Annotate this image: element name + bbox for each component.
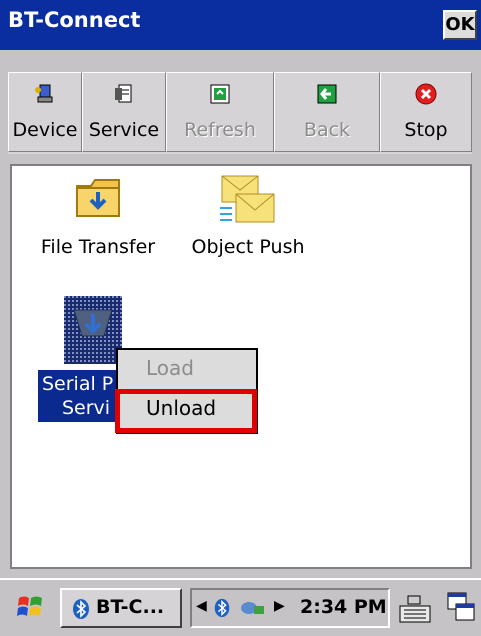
back-label: Back bbox=[303, 119, 351, 141]
switch-windows-icon[interactable] bbox=[446, 590, 476, 624]
toolbar: Device Service Refresh Back Stop bbox=[8, 72, 472, 154]
ok-button[interactable]: OK bbox=[443, 10, 477, 40]
tray-bluetooth-icon[interactable] bbox=[212, 598, 232, 618]
object-push-label: Object Push bbox=[191, 236, 305, 258]
service-button[interactable]: Service bbox=[82, 72, 166, 152]
stop-label: Stop bbox=[404, 119, 448, 141]
stop-button[interactable]: Stop bbox=[380, 72, 472, 152]
tray-network-icon[interactable] bbox=[240, 598, 266, 618]
envelope-push-icon bbox=[220, 175, 275, 223]
taskbar-bt-connect-button[interactable]: BT-C... bbox=[60, 588, 182, 628]
service-item-file-transfer[interactable]: File Transfer bbox=[28, 172, 168, 258]
service-icon bbox=[115, 84, 132, 103]
menu-item-load[interactable]: Load bbox=[118, 356, 256, 380]
back-arrow-icon bbox=[317, 84, 337, 104]
taskbar-clock[interactable]: 2:34 PM bbox=[300, 596, 387, 618]
service-item-object-push[interactable]: Object Push bbox=[178, 172, 318, 258]
tray-scroll-right-icon[interactable]: ▶ bbox=[274, 598, 285, 614]
file-transfer-label: File Transfer bbox=[40, 236, 156, 258]
device-button[interactable]: Device bbox=[8, 72, 82, 152]
refresh-label: Refresh bbox=[184, 119, 256, 141]
taskbar-task-label: BT-C... bbox=[96, 596, 165, 618]
refresh-icon bbox=[210, 84, 230, 104]
service-label: Service bbox=[88, 119, 160, 141]
keyboard-icon[interactable] bbox=[398, 590, 432, 624]
stop-icon bbox=[415, 83, 437, 105]
serial-port-icon bbox=[64, 296, 122, 364]
system-tray: ◀ ▶ 2:34 PM bbox=[190, 588, 390, 628]
window-title: BT-Connect bbox=[8, 8, 141, 32]
refresh-button[interactable]: Refresh bbox=[166, 72, 274, 152]
tray-scroll-left-icon[interactable]: ◀ bbox=[196, 598, 207, 614]
title-bar: BT-Connect OK bbox=[0, 0, 481, 50]
start-windows-icon[interactable] bbox=[16, 592, 46, 622]
taskbar: BT-C... ◀ ▶ 2:34 PM bbox=[0, 578, 481, 636]
back-button[interactable]: Back bbox=[274, 72, 380, 152]
bluetooth-icon bbox=[73, 599, 89, 619]
unload-highlight-box bbox=[115, 389, 257, 433]
device-icon bbox=[35, 84, 53, 103]
device-label: Device bbox=[12, 119, 78, 141]
folder-transfer-icon bbox=[76, 179, 120, 217]
